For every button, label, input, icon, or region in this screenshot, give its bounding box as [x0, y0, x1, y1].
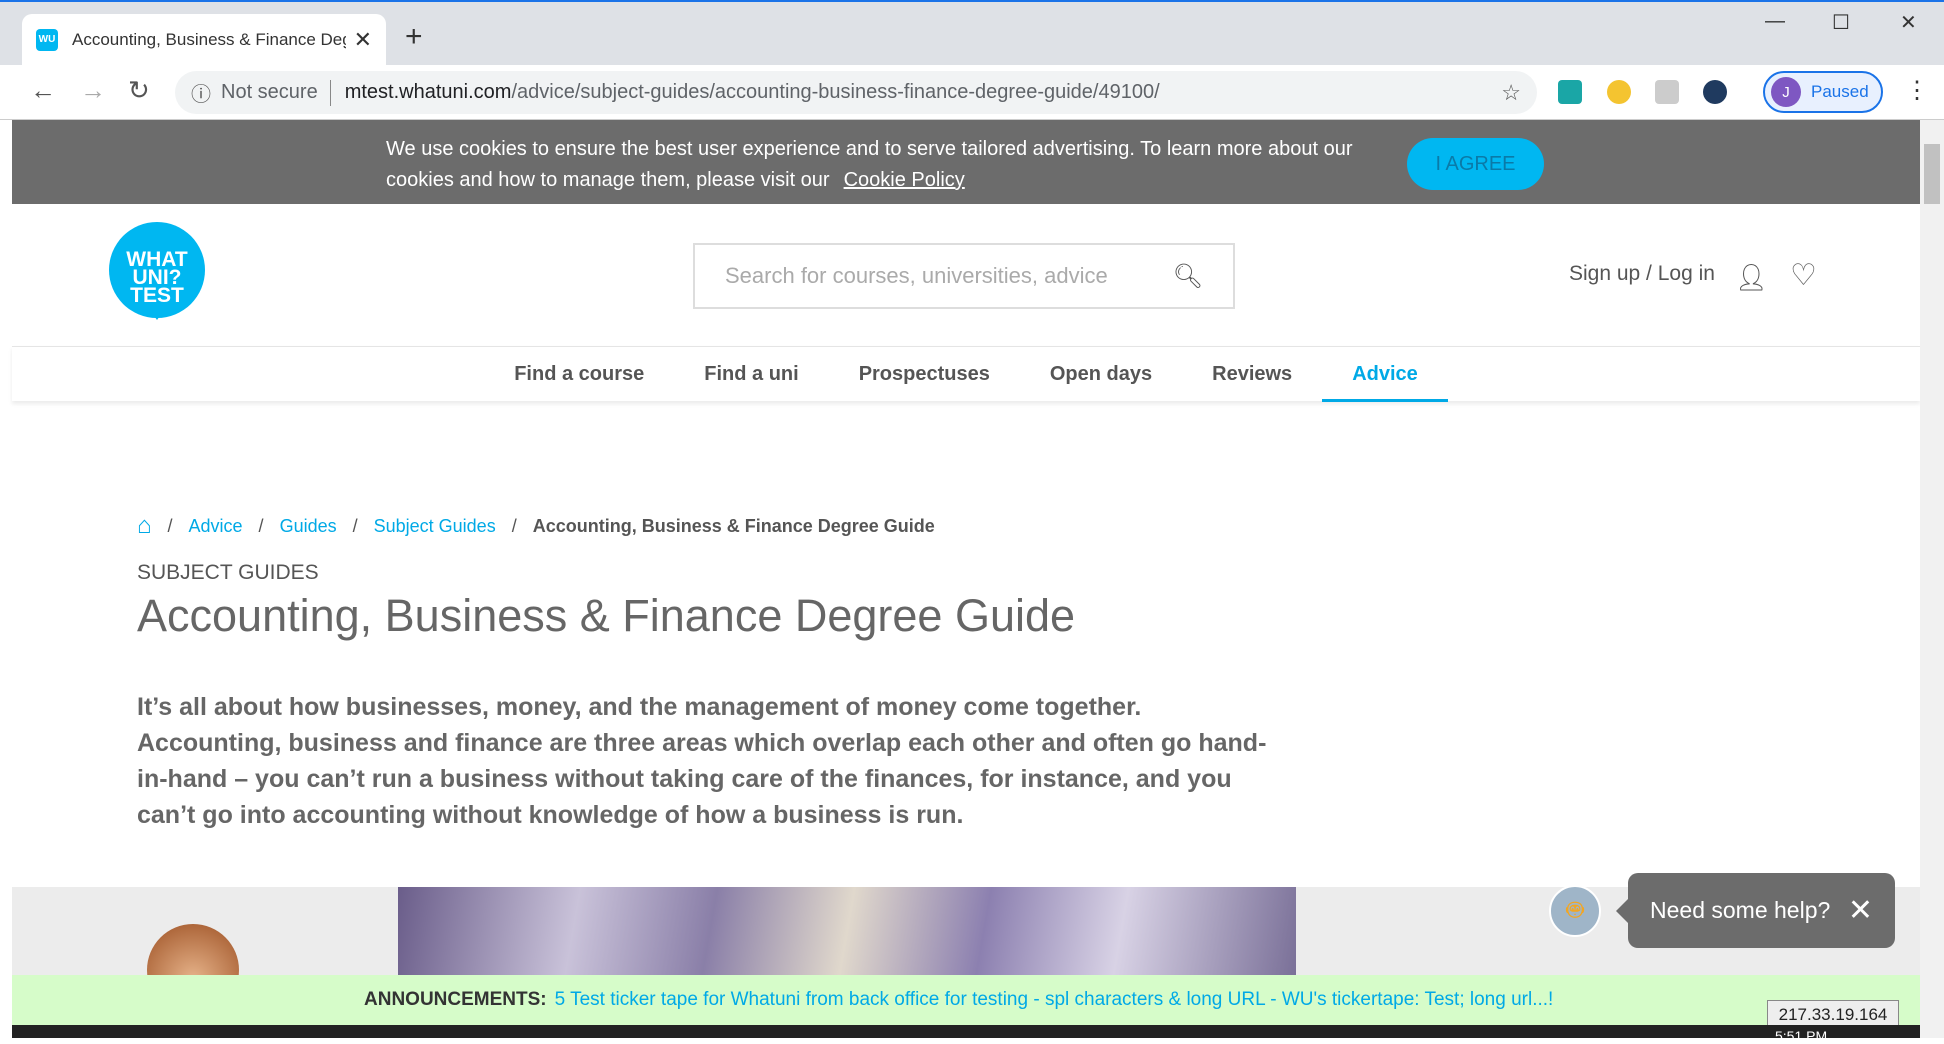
lead-paragraph: It’s all about how businesses, money, an…: [137, 693, 1267, 829]
breadcrumb-guides[interactable]: Guides: [280, 516, 337, 537]
close-window-icon[interactable]: ✕: [1900, 10, 1917, 35]
forward-icon[interactable]: →: [80, 75, 106, 106]
clock: 5:51 PM: [1775, 1028, 1828, 1044]
profile-status: Paused: [1811, 82, 1869, 101]
search-input[interactable]: Search for courses, universities, advice…: [693, 243, 1235, 309]
back-icon[interactable]: ←: [30, 75, 56, 106]
extension-icon[interactable]: [1703, 80, 1727, 104]
help-chat-bubble[interactable]: Need some help? ✕: [1616, 873, 1895, 948]
announcement-bar: ANNOUNCEMENTS: 5 Test ticker tape for Wh…: [12, 975, 1920, 1025]
cookie-banner: We use cookies to ensure the best user e…: [12, 120, 1920, 204]
breadcrumb-subject-guides[interactable]: Subject Guides: [374, 516, 496, 537]
maximize-icon[interactable]: ☐: [1832, 10, 1850, 35]
nav-find-course[interactable]: Find a course: [484, 347, 674, 402]
logo-text: WHAT UNI? TEST: [126, 248, 188, 307]
divider: [329, 79, 331, 106]
home-icon[interactable]: ⌂: [137, 512, 152, 540]
address-bar[interactable]: ⓘ Not secure mtest.whatuni.com/advice/su…: [175, 71, 1537, 114]
favicon-icon: WU: [36, 28, 58, 51]
heart-icon[interactable]: ♡: [1790, 258, 1817, 293]
menu-kebab-icon[interactable]: ⋮: [1905, 76, 1929, 105]
close-icon[interactable]: ✕: [1848, 893, 1873, 928]
nav-open-days[interactable]: Open days: [1020, 347, 1182, 402]
nav-advice[interactable]: Advice: [1322, 347, 1448, 402]
scrollbar-thumb[interactable]: [1924, 144, 1940, 204]
reload-icon[interactable]: ↻: [128, 75, 150, 106]
breadcrumb-sep: /: [352, 515, 358, 536]
signup-login-link[interactable]: Sign up / Log in: [1569, 262, 1715, 286]
tab-title: Accounting, Business & Finance Degree Gu…: [72, 29, 346, 49]
taskbar: [12, 1025, 1920, 1038]
scrollbar[interactable]: [1920, 120, 1944, 1038]
announcement-label: ANNOUNCEMENTS:: [364, 989, 547, 1010]
profile-button[interactable]: J Paused: [1763, 71, 1883, 113]
section-kicker: SUBJECT GUIDES: [137, 561, 319, 584]
cookie-policy-link[interactable]: Cookie Policy: [844, 169, 965, 191]
breadcrumb-sep: /: [167, 515, 173, 536]
extension-icon[interactable]: [1655, 80, 1679, 104]
info-icon[interactable]: ⓘ: [191, 78, 211, 107]
extension-icon[interactable]: [1607, 80, 1631, 104]
browser-tab[interactable]: WU Accounting, Business & Finance Degree…: [22, 14, 386, 65]
main-nav: Find a course Find a uni Prospectuses Op…: [12, 346, 1920, 402]
bookmark-star-icon[interactable]: ☆: [1501, 80, 1521, 106]
url-text[interactable]: mtest.whatuni.com/advice/subject-guides/…: [345, 81, 1502, 104]
hero-image: [398, 887, 1296, 975]
close-tab-icon[interactable]: ✕: [354, 27, 372, 53]
breadcrumb-sep: /: [258, 515, 264, 536]
url-path: /advice/subject-guides/accounting-busine…: [511, 81, 1160, 103]
user-icon[interactable]: 👤︎: [1735, 262, 1768, 293]
breadcrumb-advice[interactable]: Advice: [189, 516, 243, 537]
agree-button[interactable]: I AGREE: [1407, 138, 1544, 190]
breadcrumb: ⌂ / Advice / Guides / Subject Guides / A…: [137, 512, 935, 540]
search-placeholder: Search for courses, universities, advice: [725, 263, 1108, 288]
extension-icon[interactable]: [1558, 80, 1582, 104]
url-host: mtest.whatuni.com: [344, 81, 512, 103]
search-icon[interactable]: 🔍︎: [1173, 262, 1203, 291]
security-label: Not secure: [221, 81, 318, 103]
nav-find-uni[interactable]: Find a uni: [674, 347, 828, 402]
breadcrumb-current: Accounting, Business & Finance Degree Gu…: [532, 515, 935, 536]
chatbot-icon[interactable]: 🤖︎: [1549, 885, 1601, 937]
minimize-icon[interactable]: —: [1765, 10, 1785, 33]
breadcrumb-sep: /: [511, 515, 517, 536]
nav-reviews[interactable]: Reviews: [1182, 347, 1322, 402]
new-tab-button[interactable]: +: [405, 20, 423, 54]
logo[interactable]: WHAT UNI? TEST: [109, 222, 205, 320]
help-label: Need some help?: [1650, 897, 1831, 923]
nav-prospectuses[interactable]: Prospectuses: [829, 347, 1020, 402]
avatar: J: [1771, 77, 1801, 107]
announcement-link[interactable]: 5 Test ticker tape for Whatuni from back…: [555, 989, 1554, 1011]
page-title: Accounting, Business & Finance Degree Gu…: [137, 590, 1076, 641]
